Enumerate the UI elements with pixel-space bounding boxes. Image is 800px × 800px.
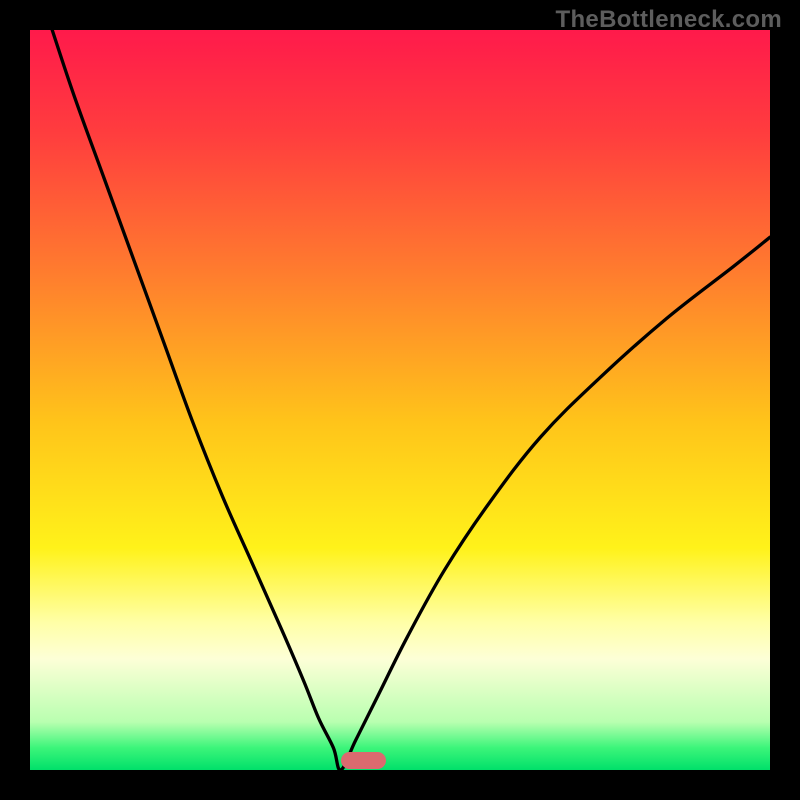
chart-frame: TheBottleneck.com <box>0 0 800 800</box>
plot-area <box>30 30 770 770</box>
optimal-marker <box>341 752 386 769</box>
watermark-text: TheBottleneck.com <box>556 6 782 34</box>
plot-svg <box>30 30 770 770</box>
gradient-background <box>30 30 770 770</box>
